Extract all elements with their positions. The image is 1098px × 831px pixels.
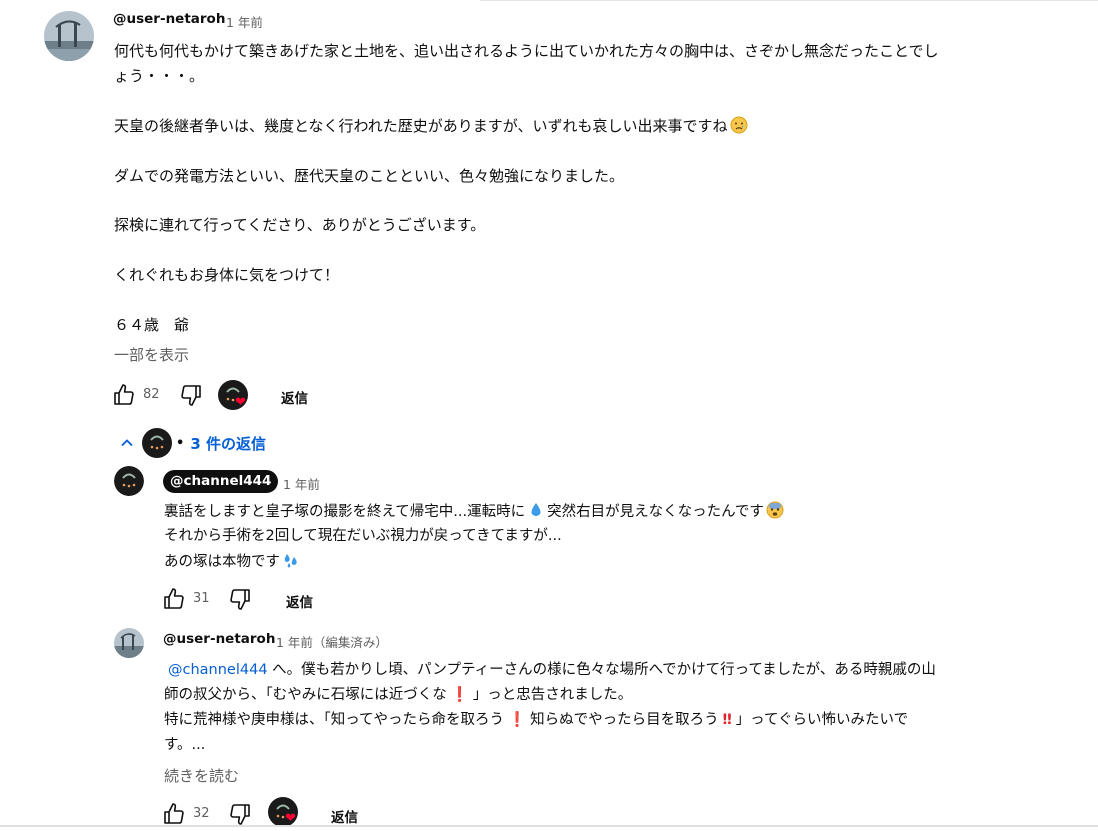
chevron-up-icon xyxy=(121,439,133,447)
avatar-user-netaroh[interactable] xyxy=(114,628,144,658)
comment-text-line: ダムでの発電方法といい、歴代天皇のことといい、色々勉強になりました。 xyxy=(114,167,625,185)
reply-text-segment: へ。僕も若かりし頃、パンプティーさんの様に色々な場所へでかけて行ってましたが、あ… xyxy=(267,662,936,678)
exclamation-icon: ❗ xyxy=(508,712,527,728)
comment-text-line: 天皇の後継者争いは、幾度となく行われた歴史がありますが、いずれも哀しい出来事です… xyxy=(114,115,750,137)
reply-time[interactable]: 1 年前（編集済み） xyxy=(276,632,388,651)
reply-time[interactable]: 1 年前 xyxy=(283,474,320,493)
reply-text-segment: 」ってぐらい怖いみたいで xyxy=(735,712,909,728)
like-count: 32 xyxy=(193,806,210,821)
like-button[interactable] xyxy=(110,381,138,409)
reply-text-line: 師の叔父から、「むやみに石塚には近づくな ❗ 」っと忠告されました。 xyxy=(164,684,632,706)
reply-text-line: す。... xyxy=(164,737,206,753)
reply-text-segment: 裏話をしますと皇子塚の撮影を終えて帰宅中...運転時に xyxy=(164,504,526,520)
droplet-icon xyxy=(527,501,545,519)
comment-text-line: ょう・・・。 xyxy=(114,67,205,85)
read-more-button[interactable]: 続きを読む xyxy=(164,765,239,786)
sweat-droplets-icon xyxy=(282,551,300,569)
reply-text-line: @channel444 へ。僕も若かりし頃、パンプティーさんの様に色々な場所へで… xyxy=(164,659,936,681)
creator-avatar-small xyxy=(142,428,172,458)
comment-text-segment: 天皇の後継者争いは、幾度となく行われた歴史がありますが、いずれも哀しい出来事です… xyxy=(114,117,728,135)
show-less-button[interactable]: 一部を表示 xyxy=(114,344,189,365)
reply-text-line: あの塚は本物です xyxy=(164,551,302,573)
double-exclamation-icon: ‼ xyxy=(722,712,732,728)
comment-time[interactable]: 1 年前 xyxy=(226,12,263,31)
creator-author-chip[interactable]: @channel444 xyxy=(163,470,279,493)
top-divider xyxy=(480,0,1098,1)
avatar-user-netaroh[interactable] xyxy=(44,11,94,61)
creator-heart-badge: ❤ xyxy=(268,797,298,827)
like-count: 82 xyxy=(143,387,160,402)
reply-text-segment: あの塚は本物です xyxy=(164,554,280,570)
like-button[interactable] xyxy=(160,800,188,828)
avatar-channel444[interactable] xyxy=(114,466,144,496)
mention-link[interactable]: @channel444 xyxy=(168,662,268,678)
reply-button[interactable]: 返信 xyxy=(286,591,313,611)
like-button[interactable] xyxy=(160,585,188,613)
reply-text-segment: 師の叔父から、「むやみに石塚には近づくな xyxy=(164,687,447,703)
fearful-face-icon xyxy=(766,501,784,519)
reply-text-segment: 突然右目が見えなくなったんです xyxy=(547,504,764,520)
separator-dot: • xyxy=(176,435,185,451)
like-count: 31 xyxy=(193,591,210,606)
dislike-button[interactable] xyxy=(226,585,254,613)
hide-replies-button[interactable]: • 3 件の返信 xyxy=(118,428,266,458)
heart-icon: ❤ xyxy=(285,811,296,826)
reply-author[interactable]: @user-netaroh xyxy=(163,631,275,647)
comment-text-line: 探検に連れて行ってくださり、ありがとうございます。 xyxy=(114,216,486,234)
thumbs-down-icon xyxy=(230,589,250,610)
reply-button[interactable]: 返信 xyxy=(281,387,308,407)
thumbs-up-icon xyxy=(164,803,184,824)
creator-heart-badge: ❤ xyxy=(218,380,248,410)
crying-face-icon xyxy=(730,116,748,134)
exclamation-icon: ❗ xyxy=(450,687,469,703)
reply-button[interactable]: 返信 xyxy=(331,806,358,826)
comment-text-line: くれぐれもお身体に気をつけて！ xyxy=(114,266,340,284)
replies-count-label: 3 件の返信 xyxy=(190,434,266,453)
comment-author[interactable]: @user-netaroh xyxy=(113,11,225,27)
reply-text-segment: 特に荒神様や庚申様は、「知ってやったら命を取ろう xyxy=(164,712,505,728)
reply-text-segment: 知らぬでやったら目を取ろう xyxy=(530,712,719,728)
reply-text-line: 特に荒神様や庚申様は、「知ってやったら命を取ろう ❗ 知らぬでやったら目を取ろう ‼」… xyxy=(164,709,908,731)
thumbs-up-icon xyxy=(164,588,184,609)
reply-text-line: 裏話をしますと皇子塚の撮影を終えて帰宅中...運転時に 突然右目が見えなくなったん… xyxy=(164,501,786,523)
thumbs-down-icon xyxy=(230,804,250,825)
dislike-button[interactable] xyxy=(177,381,205,409)
comment-text-line: 何代も何代もかけて築きあげた家と土地を、追い出されるように出ていかれた方々の胸中… xyxy=(114,42,939,60)
thumbs-up-icon xyxy=(114,384,134,405)
reply-text-segment: 」っと忠告されました。 xyxy=(472,687,633,703)
thumbs-down-icon xyxy=(181,385,201,406)
reply-text-line: それから手術を2回して現在だいぶ視力が戻ってきてますが... xyxy=(164,528,562,544)
dislike-button[interactable] xyxy=(226,800,254,828)
comment-text-line: ６４歳 爺 xyxy=(114,316,190,334)
heart-icon: ❤ xyxy=(235,395,246,410)
